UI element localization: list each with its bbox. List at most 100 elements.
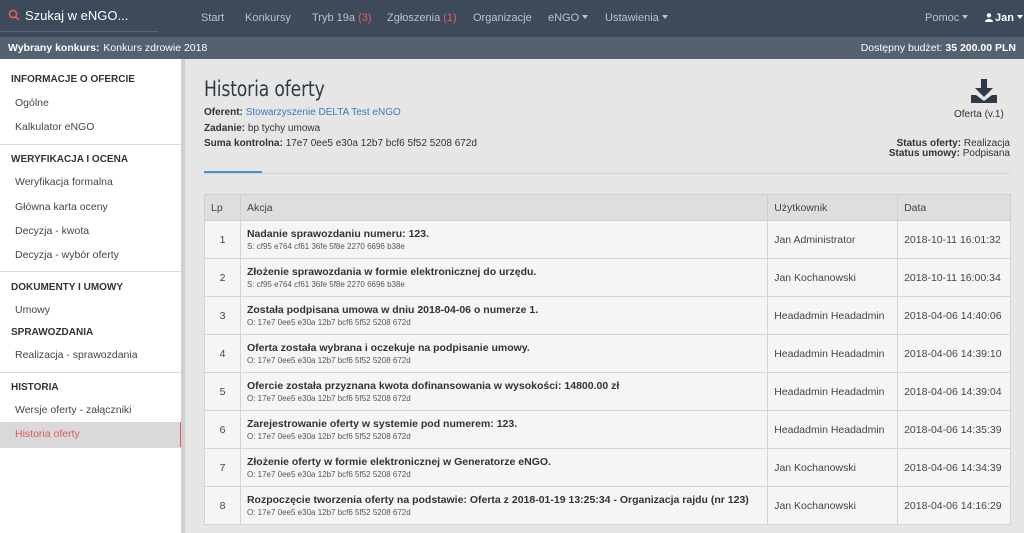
sidebar-section-title: HISTORIA [11,382,59,393]
divider [204,173,1010,174]
table-row: 1 Nadanie sprawozdaniu numeru: 123. S: cf9… [204,220,1011,259]
nav-konkursy[interactable]: Konkursy [245,12,291,24]
search-box[interactable]: Szukaj w eNGO... [0,0,158,32]
sidebar: INFORMACJE O OFERCIE Ogólne Kalkulator e… [0,59,185,533]
table-row: 6 Zarejestrowanie oferty w systemie pod n… [204,410,1011,449]
nav-help-dropdown[interactable]: Pomoc [925,12,969,24]
sidebar-item-historia-oferty[interactable]: Historia oferty [0,422,181,447]
row-action-text: Złożenie oferty w formie elektronicznej … [246,456,551,468]
row-user: Jan Administrator [767,220,899,259]
sidebar-item-umowy[interactable]: Umowy [0,298,181,323]
row-action-hash: O: 17e7 0ee5 e30a 12b7 bcf6 5f52 5208 67… [246,470,411,479]
sidebar-item-kalkulator[interactable]: Kalkulator eNGO [0,115,181,140]
row-action: Oferta została wybrana i oczekuje na pod… [239,334,769,373]
budget-label: Dostępny budżet: [860,42,943,54]
column-header-akcja[interactable]: Akcja [239,194,769,221]
suma-label: Suma kontrolna: [204,138,283,149]
row-date: 2018-04-06 14:39:04 [897,372,1011,411]
row-action-hash: S: cf95 e764 cf61 36fe 5f8e 2270 6696 b3… [246,280,405,289]
sidebar-item-wersje-oferty[interactable]: Wersje oferty - załączniki [0,398,181,423]
row-action: Złożenie sprawozdania w formie elektroni… [239,258,769,297]
row-action-text: Została podpisana umowa w dniu 2018-04-0… [246,304,539,316]
row-action-text: Złożenie sprawozdania w formie elektroni… [246,266,537,278]
zadanie-row: Zadanie: bp tychy umowa [204,123,320,134]
contest-value: Konkurs zdrowie 2018 [103,42,208,54]
row-date: 2018-04-06 14:35:39 [897,410,1011,449]
nav-organizacje[interactable]: Organizacje [473,12,532,24]
row-action: Ofercie została przyznana kwota dofinans… [239,372,769,411]
row-lp: 8 [204,486,241,525]
oferent-row: Oferent: Stowarzyszenie DELTA Test eNGO [204,107,401,118]
divider [0,271,181,272]
chevron-down-icon [962,15,969,19]
sidebar-item-ogolne[interactable]: Ogólne [0,91,181,116]
sidebar-item-realizacja[interactable]: Realizacja - sprawozdania [0,343,181,368]
sidebar-section-title: INFORMACJE O OFERCIE [11,74,135,85]
row-lp: 2 [204,258,241,297]
status-umowy-value: Podpisana [962,148,1010,159]
table-row: 3 Została podpisana umowa w dniu 2018-04-… [204,296,1011,335]
row-lp: 4 [204,334,241,373]
row-action-hash: S: cf95 e764 cf61 36fe 5f8e 2270 6696 b3… [246,242,405,251]
row-date: 2018-04-06 14:16:29 [897,486,1011,525]
nav-zgloszenia-count: (1) [443,12,457,24]
table-row: 8 Rozpoczęcie tworzenia oferty na podstaw… [204,486,1011,525]
oferent-link[interactable]: Stowarzyszenie DELTA Test eNGO [246,107,401,118]
user-icon [985,13,993,22]
nav-zgloszenia[interactable]: Zgłoszenia (1) [387,12,457,24]
sidebar-item-weryfikacja-formalna[interactable]: Weryfikacja formalna [0,170,181,195]
history-table: Lp Akcja Użytkownik Data 1 Nadanie sprawo… [204,194,1011,525]
row-action: Nadanie sprawozdaniu numeru: 123. S: cf95… [239,220,769,259]
nav-ustawienia-dropdown[interactable]: Ustawienia [605,12,668,24]
row-lp: 3 [204,296,241,335]
row-user: Jan Kochanowski [767,258,899,297]
chevron-down-icon [1016,15,1023,19]
column-header-lp[interactable]: Lp [204,194,241,221]
row-user: Headadmin Headadmin [767,410,899,449]
chevron-down-icon [661,15,668,19]
contest-bar: Wybrany konkurs: Konkurs zdrowie 2018 Dos… [0,37,1024,59]
row-lp: 1 [204,220,241,259]
oferent-label: Oferent: [204,107,243,118]
row-action-hash: O: 17e7 0ee5 e30a 12b7 bcf6 5f52 5208 67… [246,318,411,327]
table-row: 7 Złożenie oferty w formie elektronicznej… [204,448,1011,487]
row-user: Headadmin Headadmin [767,372,899,411]
table-row: 5 Ofercie została przyznana kwota dofinan… [204,372,1011,411]
page-title: Historia oferty [204,77,325,101]
download-icon [971,79,997,103]
row-lp: 6 [204,410,241,449]
contest-label: Wybrany konkurs: [8,42,100,54]
user-menu[interactable]: Jan [985,12,1023,24]
column-header-uzytkownik[interactable]: Użytkownik [767,194,899,221]
table-row: 2 Złożenie sprawozdania w formie elektron… [204,258,1011,297]
divider [0,144,181,145]
main-content: Historia oferty Oferent: Stowarzyszenie … [189,59,1024,533]
nav-engo-dropdown[interactable]: eNGO [548,12,589,24]
divider [0,372,181,373]
column-header-data[interactable]: Data [897,194,1011,221]
download-offer-button[interactable] [959,79,1009,106]
status-umowy: Status umowy: Podpisana [888,148,1010,159]
row-action: Została podpisana umowa w dniu 2018-04-0… [239,296,769,335]
sidebar-section-title: WERYFIKACJA I OCENA [11,154,129,165]
row-action: Rozpoczęcie tworzenia oferty na podstawi… [239,486,769,525]
row-date: 2018-04-06 14:39:10 [897,334,1011,373]
row-action-hash: O: 17e7 0ee5 e30a 12b7 bcf6 5f52 5208 67… [246,394,411,403]
sidebar-section-title: SPRAWOZDANIA [11,327,94,338]
sidebar-item-decyzja-kwota[interactable]: Decyzja - kwota [0,219,181,244]
suma-row: Suma kontrolna: 17e7 0ee5 e30a 12b7 bcf6… [204,138,477,149]
suma-value: 17e7 0ee5 e30a 12b7 bcf6 5f52 5208 672d [285,138,477,149]
nav-tryb19a[interactable]: Tryb 19a (3) [312,12,372,24]
row-action-text: Rozpoczęcie tworzenia oferty na podstawi… [246,494,749,506]
nav-start[interactable]: Start [201,12,224,24]
sidebar-item-decyzja-wybor[interactable]: Decyzja - wybór oferty [0,243,181,268]
budget-value: 35 200.00 PLN [945,42,1016,54]
top-navbar: Szukaj w eNGO... Start Konkursy Tryb 19a… [0,0,1024,37]
row-action: Złożenie oferty w formie elektronicznej … [239,448,769,487]
row-action-text: Oferta została wybrana i oczekuje na pod… [246,342,530,354]
row-date: 2018-04-06 14:34:39 [897,448,1011,487]
sidebar-section-title: DOKUMENTY I UMOWY [11,282,124,293]
download-offer-label[interactable]: Oferta (v.1) [954,109,1004,120]
sidebar-item-glowna-karta-oceny[interactable]: Główna karta oceny [0,195,181,220]
row-action-hash: O: 17e7 0ee5 e30a 12b7 bcf6 5f52 5208 67… [246,356,411,365]
